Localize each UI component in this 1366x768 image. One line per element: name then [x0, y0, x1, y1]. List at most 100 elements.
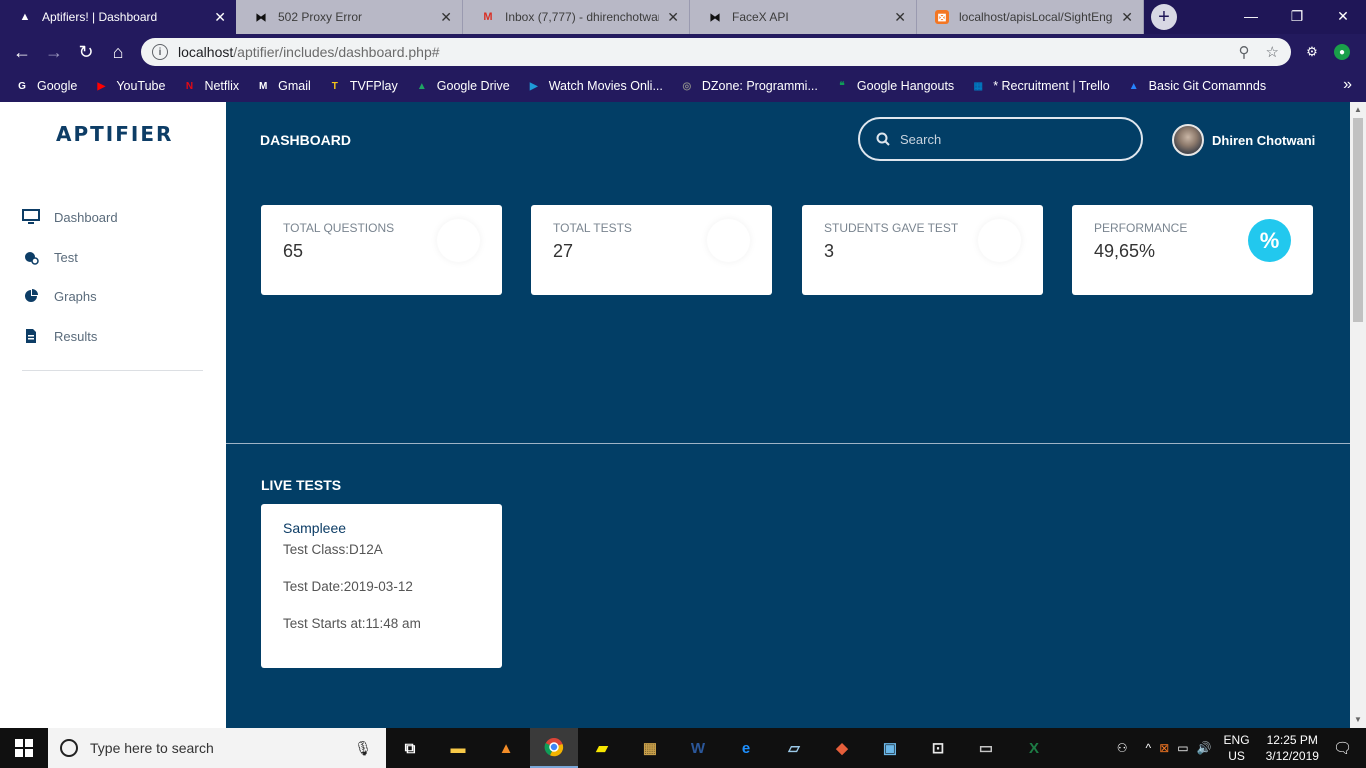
reload-button[interactable]: ↻ — [74, 40, 98, 64]
excel-icon[interactable]: X — [1010, 728, 1058, 768]
browser-tab-strip: ▲ Aptifiers! | Dashboard ✕ ⧓ 502 Proxy E… — [0, 0, 1366, 34]
live-test-card[interactable]: Sampleee Test Class:D12A Test Date:2019-… — [261, 504, 502, 668]
page-scrollbar[interactable]: ▲ ▼ — [1350, 102, 1366, 728]
document-icon — [22, 327, 40, 345]
vlc-icon[interactable]: ▲ — [482, 728, 530, 768]
percent-icon: % — [1248, 219, 1291, 262]
windows-taskbar: Type here to search 🎙 ⧉ ▬ ▲ ▰ ▦ W e ▱ ◆ … — [0, 728, 1366, 768]
scroll-up-icon[interactable]: ▲ — [1353, 105, 1363, 115]
close-tab-icon[interactable]: ✕ — [214, 9, 226, 26]
xampp-tray-icon[interactable]: ⊠ — [1159, 741, 1169, 755]
close-tab-icon[interactable]: ✕ — [440, 9, 452, 26]
extension-green-icon[interactable]: ● — [1334, 44, 1350, 60]
bookmark-favicon-icon: ▲ — [416, 80, 427, 92]
close-tab-icon[interactable]: ✕ — [894, 9, 906, 26]
bookmark-star-icon[interactable]: ☆ — [1266, 43, 1279, 61]
extension-icon[interactable]: ⚙ — [1304, 44, 1320, 60]
minimize-button[interactable]: — — [1228, 0, 1274, 32]
user-profile[interactable]: Dhiren Chotwani — [1172, 124, 1315, 156]
avatar — [1172, 124, 1204, 156]
forward-button[interactable]: → — [42, 40, 66, 64]
dosbox-icon[interactable]: ▦ — [626, 728, 674, 768]
control-panel-icon[interactable]: ▣ — [866, 728, 914, 768]
bookmark-favicon-icon: T — [331, 80, 338, 92]
word-icon[interactable]: W — [674, 728, 722, 768]
language-indicator[interactable]: ENG US — [1224, 732, 1250, 764]
app-logo[interactable]: APTIFIER — [56, 122, 173, 146]
sidebar: APTIFIER Dashboard Test Graphs Results — [0, 102, 226, 728]
close-window-button[interactable]: ✕ — [1320, 0, 1366, 32]
task-view-icon[interactable]: ⧉ — [386, 728, 434, 768]
edge-icon[interactable]: e — [722, 728, 770, 768]
bookmark-item[interactable]: T TVFPlay — [327, 78, 398, 94]
facex-favicon-icon: ⧓ — [255, 11, 267, 24]
bookmark-item[interactable]: ◎ DZone: Programmi... — [679, 78, 818, 94]
git-icon[interactable]: ◆ — [818, 728, 866, 768]
notifications-icon[interactable]: 🗨 — [1333, 739, 1352, 757]
bookmark-item[interactable]: N Netflix — [181, 78, 239, 94]
tab-facex-api[interactable]: ⧓ FaceX API ✕ — [690, 0, 917, 34]
close-tab-icon[interactable]: ✕ — [667, 9, 679, 26]
section-divider — [226, 443, 1350, 444]
bookmark-favicon-icon: ❝ — [839, 80, 845, 92]
bookmark-favicon-icon: ◎ — [682, 80, 692, 92]
app-frame-icon[interactable]: ⊡ — [914, 728, 962, 768]
stat-circle-icon — [437, 219, 480, 262]
chrome-icon[interactable] — [530, 728, 578, 768]
notepad-icon[interactable]: ▱ — [770, 728, 818, 768]
scroll-down-icon[interactable]: ▼ — [1353, 715, 1363, 725]
microphone-icon[interactable]: 🎙 — [354, 740, 372, 757]
bookmark-item[interactable]: ▶ Watch Movies Onli... — [526, 78, 663, 94]
live-test-date: Test Date:2019-03-12 — [283, 579, 413, 594]
sidebar-item-graphs[interactable]: Graphs — [22, 287, 97, 305]
search-input[interactable]: Search — [858, 117, 1143, 161]
windows-start-button[interactable] — [0, 728, 48, 768]
bookmark-item[interactable]: ▶ YouTube — [93, 78, 165, 94]
tab-sightengine[interactable]: ⊠ localhost/apisLocal/SightEngin ✕ — [917, 0, 1144, 34]
stat-card-students-gave-test: STUDENTS GAVE TEST 3 — [802, 205, 1043, 295]
monitor-icon — [22, 208, 40, 226]
live-test-class: Test Class:D12A — [283, 542, 383, 557]
restore-button[interactable]: ❐ — [1274, 0, 1320, 32]
new-tab-button[interactable]: + — [1151, 4, 1177, 30]
test-icon — [22, 248, 40, 266]
bookmark-item[interactable]: ▦ * Recruitment | Trello — [970, 78, 1109, 94]
file-explorer-icon[interactable]: ▬ — [434, 728, 482, 768]
more-bookmarks-icon[interactable]: » — [1343, 76, 1352, 94]
taskbar-search[interactable]: Type here to search 🎙 — [48, 728, 386, 768]
people-icon[interactable]: ⚇ — [1117, 741, 1128, 755]
sidebar-item-results[interactable]: Results — [22, 327, 97, 345]
tab-aptifier-dashboard[interactable]: ▲ Aptifiers! | Dashboard ✕ — [0, 0, 236, 34]
sticky-notes-icon[interactable]: ▰ — [578, 728, 626, 768]
clock[interactable]: 12:25 PM 3/12/2019 — [1266, 732, 1319, 764]
stat-circle-icon — [707, 219, 750, 262]
address-bar[interactable]: i localhost/aptifier/includes/dashboard.… — [141, 38, 1291, 66]
sidebar-divider — [22, 370, 203, 371]
search-icon — [876, 132, 890, 146]
live-test-name[interactable]: Sampleee — [283, 520, 480, 536]
home-button[interactable]: ⌂ — [106, 40, 130, 64]
bookmark-favicon-icon: ▦ — [973, 80, 983, 92]
close-tab-icon[interactable]: ✕ — [1121, 9, 1133, 26]
terminal-icon[interactable]: ▭ — [962, 728, 1010, 768]
scroll-thumb[interactable] — [1353, 118, 1363, 322]
sidebar-item-test[interactable]: Test — [22, 248, 78, 266]
bookmark-item[interactable]: ▲ Google Drive — [414, 78, 510, 94]
bookmark-item[interactable]: M Gmail — [255, 78, 311, 94]
volume-icon[interactable]: 🔊 — [1197, 741, 1212, 755]
tab-gmail-inbox[interactable]: M Inbox (7,777) - dhirenchotwani ✕ — [463, 0, 690, 34]
stat-card-performance: PERFORMANCE 49,65% % — [1072, 205, 1313, 295]
tab-502-proxy-error[interactable]: ⧓ 502 Proxy Error ✕ — [236, 0, 463, 34]
bookmark-favicon-icon: ▶ — [97, 80, 106, 92]
browser-toolbar: ← → ↻ ⌂ i localhost/aptifier/includes/da… — [0, 34, 1366, 70]
battery-icon[interactable]: ▭ — [1177, 741, 1188, 755]
bookmark-item[interactable]: ▲ Basic Git Comamnds — [1126, 78, 1266, 94]
bookmark-item[interactable]: G Google — [14, 78, 77, 94]
info-icon[interactable]: i — [152, 44, 168, 60]
sidebar-item-dashboard[interactable]: Dashboard — [22, 208, 118, 226]
back-button[interactable]: ← — [10, 40, 34, 64]
zoom-icon[interactable]: ⚲ — [1239, 43, 1250, 61]
bookmark-item[interactable]: ❝ Google Hangouts — [834, 78, 954, 94]
chevron-up-icon[interactable]: ^ — [1146, 741, 1152, 755]
xampp-favicon-icon: ⊠ — [935, 10, 949, 24]
